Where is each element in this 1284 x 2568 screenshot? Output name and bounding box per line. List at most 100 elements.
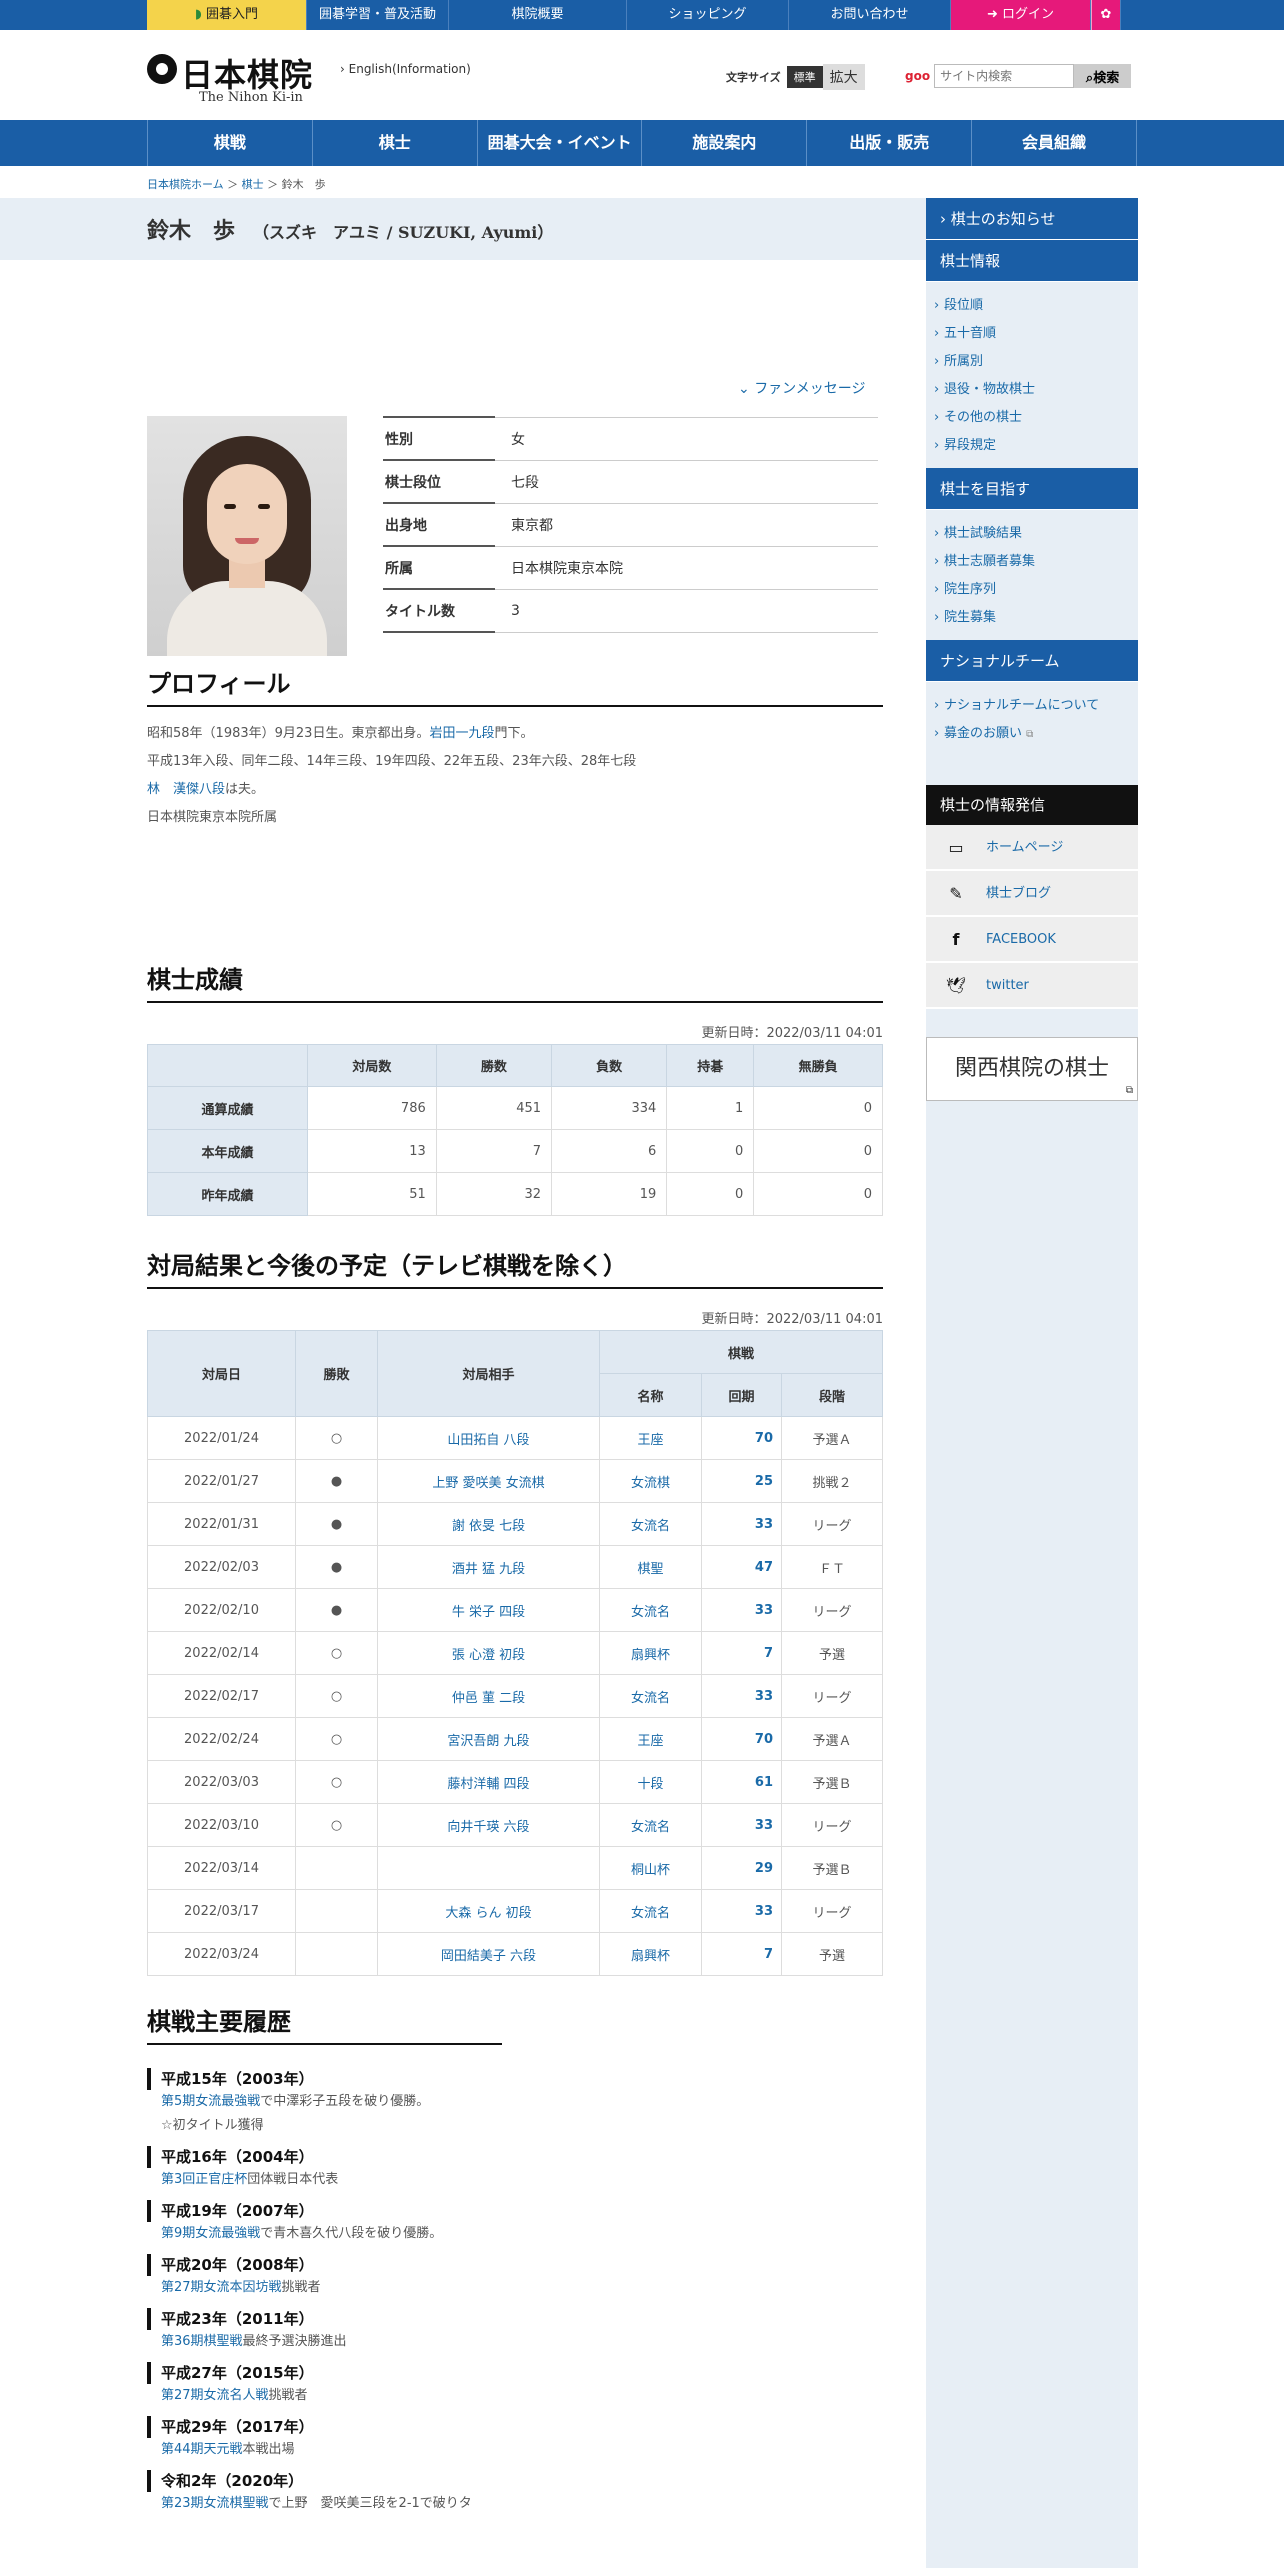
game-kisen-link[interactable]: 王座 xyxy=(637,1734,663,1749)
nav-facilities[interactable]: 施設案内 xyxy=(642,120,808,166)
history-line: ☆初タイトル獲得 xyxy=(147,2114,887,2138)
game-opponent-cell: 仲邑 菫 二段 xyxy=(377,1674,600,1718)
game-row: 2022/01/31 ● 謝 依旻 七段 女流名 33 リーグ xyxy=(147,1502,883,1546)
game-opponent-link[interactable]: 牛 栄子 四段 xyxy=(452,1605,525,1620)
game-kisen-link[interactable]: 王座 xyxy=(637,1433,663,1448)
games-heading: 対局結果と今後の予定（テレビ棋戦を除く） xyxy=(147,1246,883,1289)
game-kisen-link[interactable]: 女流名 xyxy=(631,1691,670,1706)
game-opponent-link[interactable]: 宮沢吾朗 九段 xyxy=(447,1734,529,1749)
english-link[interactable]: › English(Information) xyxy=(340,62,471,76)
sidebar-item-insei-rank[interactable]: 院生序列 xyxy=(926,576,1138,604)
game-kisen-cell: 女流棋 xyxy=(599,1459,702,1503)
sakura-icon[interactable]: ✿ xyxy=(1091,0,1121,30)
history-kisen-link[interactable]: 第3回正官庄杯 xyxy=(161,2172,247,2187)
game-kisen-link[interactable]: 女流名 xyxy=(631,1605,670,1620)
font-size-standard-button[interactable]: 標準 xyxy=(786,66,823,88)
game-kisen-link[interactable]: 女流名 xyxy=(631,1820,670,1835)
sidebar-aim-heading: 棋士を目指す xyxy=(926,468,1138,510)
topbar-shopping-link[interactable]: ショッピング xyxy=(627,0,789,30)
history-kisen-link[interactable]: 第36期棋聖戦 xyxy=(161,2334,243,2349)
nav-kishi[interactable]: 棋士 xyxy=(313,120,478,166)
sidebar-item-other[interactable]: その他の棋士 xyxy=(926,404,1138,432)
profile-line: 日本棋院東京本院所属 xyxy=(147,810,278,825)
sidebar-item-donation[interactable]: 募金のお願い ⧉ xyxy=(926,720,1138,749)
topbar-learning-link[interactable]: 囲碁学習・普及活動 xyxy=(307,0,449,30)
sidebar-item-insei-recruit[interactable]: 院生募集 xyxy=(926,604,1138,632)
game-opponent-link[interactable]: 張 心澄 初段 xyxy=(452,1648,525,1663)
game-kisen-link[interactable]: 扇興杯 xyxy=(631,1648,670,1663)
sns-facebook-link[interactable]: f FACEBOOK xyxy=(926,917,1138,963)
game-kisen-link[interactable]: 女流名 xyxy=(631,1906,670,1921)
teacher-link[interactable]: 岩田一九段 xyxy=(429,726,494,741)
sidebar-news-link[interactable]: › 棋士のお知らせ xyxy=(926,198,1138,240)
game-result-cell xyxy=(295,1932,378,1976)
game-kisen-link[interactable]: 十段 xyxy=(637,1777,663,1792)
sidebar-national-list: ナショナルチームについて 募金のお願い ⧉ xyxy=(926,682,1138,757)
game-kisen-link[interactable]: 女流棋 xyxy=(631,1476,670,1491)
nav-publishing[interactable]: 出版・販売 xyxy=(807,120,973,166)
history-heading: 棋戦主要履歴 xyxy=(147,2002,502,2045)
login-button[interactable]: ➜ ログイン xyxy=(951,0,1091,30)
sns-twitter-link[interactable]: 🕊 twitter xyxy=(926,963,1138,1009)
search-input[interactable] xyxy=(934,64,1075,88)
search-button[interactable]: ⌕検索 xyxy=(1074,64,1132,88)
game-kisen-cell: 女流名 xyxy=(599,1674,702,1718)
games-table: 対局日 勝敗 対局相手 棋戦 名称 回期 段階 2022/01/24 ○ 山田拓自 … xyxy=(147,1330,883,1976)
sidebar-item-retired[interactable]: 退役・物故棋士 xyxy=(926,376,1138,404)
stats-cell: 0 xyxy=(753,1129,883,1173)
topbar-about-link[interactable]: 棋院概要 xyxy=(449,0,627,30)
topbar-contact-link[interactable]: お問い合わせ xyxy=(789,0,951,30)
sidebar-item-kana-order[interactable]: 五十音順 xyxy=(926,320,1138,348)
game-kai-cell: 33 xyxy=(701,1889,782,1933)
nav-events[interactable]: 囲碁大会・イベント xyxy=(478,120,643,166)
game-result-cell: ○ xyxy=(295,1416,378,1460)
game-result-cell xyxy=(295,1846,378,1890)
sidebar-item-applicants[interactable]: 棋士志願者募集 xyxy=(926,548,1138,576)
nav-kisen[interactable]: 棋戦 xyxy=(148,120,313,166)
game-opponent-link[interactable]: 岡田結美子 六段 xyxy=(441,1949,536,1964)
sns-homepage-link[interactable]: ▭ ホームページ xyxy=(926,825,1138,871)
stats-row-label: 通算成績 xyxy=(147,1086,308,1130)
history-kisen-link[interactable]: 第9期女流最強戦 xyxy=(161,2226,260,2241)
sidebar-item-exam-results[interactable]: 棋士試験結果 xyxy=(926,520,1138,548)
game-kisen-link[interactable]: 女流名 xyxy=(631,1519,670,1534)
kansai-kiin-banner[interactable]: 関西棋院の棋士 ⧉ xyxy=(926,1037,1138,1101)
game-row: 2022/02/17 ○ 仲邑 菫 二段 女流名 33 リーグ xyxy=(147,1674,883,1718)
history-kisen-link[interactable]: 第44期天元戦 xyxy=(161,2442,243,2457)
game-opponent-link[interactable]: 大森 らん 初段 xyxy=(445,1906,531,1921)
history-year: 平成19年（2007年） xyxy=(147,2200,887,2222)
sidebar-item-dan-order[interactable]: 段位順 xyxy=(926,292,1138,320)
topbar-beginner-link[interactable]: ◗ 囲碁入門 xyxy=(147,0,307,30)
info-label: 性別 xyxy=(383,416,495,460)
sidebar-item-affiliation[interactable]: 所属別 xyxy=(926,348,1138,376)
history-kisen-link[interactable]: 第23期女流棋聖戦 xyxy=(161,2496,269,2511)
font-size-large-button[interactable]: 拡大 xyxy=(822,64,865,90)
game-stage-cell: 予選Ａ xyxy=(781,1416,883,1460)
history-line: 第3回正官庄杯団体戦日本代表 xyxy=(147,2168,887,2192)
game-kai-cell: 33 xyxy=(701,1502,782,1546)
fan-message-link[interactable]: ⌄ ファンメッセージ xyxy=(738,378,866,398)
game-opponent-link[interactable]: 仲邑 菫 二段 xyxy=(452,1691,525,1706)
sidebar-item-promotion[interactable]: 昇段規定 xyxy=(926,432,1138,460)
game-kisen-link[interactable]: 棋聖 xyxy=(637,1562,663,1577)
game-opponent-link[interactable]: 藤村洋輔 四段 xyxy=(447,1777,529,1792)
history-kisen-link[interactable]: 第27期女流本因坊戦 xyxy=(161,2280,282,2295)
breadcrumb-kishi[interactable]: 棋士 xyxy=(242,178,264,191)
breadcrumb-home[interactable]: 日本棋院ホーム xyxy=(147,178,224,191)
game-opponent-link[interactable]: 上野 愛咲美 女流棋 xyxy=(432,1476,544,1491)
husband-link[interactable]: 林 漢傑八段 xyxy=(147,782,225,797)
history-kisen-link[interactable]: 第5期女流最強戦 xyxy=(161,2094,260,2109)
game-opponent-link[interactable]: 向井千瑛 六段 xyxy=(447,1820,529,1835)
info-row: 所属 日本棋院東京本院 xyxy=(383,545,878,589)
game-kisen-link[interactable]: 桐山杯 xyxy=(631,1863,670,1878)
games-header-row: 対局日 勝敗 対局相手 棋戦 xyxy=(147,1330,883,1417)
game-opponent-link[interactable]: 山田拓自 八段 xyxy=(447,1433,529,1448)
sns-blog-link[interactable]: ✎ 棋士ブログ xyxy=(926,871,1138,917)
top-utility-bar: ◗ 囲碁入門 囲碁学習・普及活動 棋院概要 ショッピング お問い合わせ ➜ ログ… xyxy=(0,0,1284,30)
history-kisen-link[interactable]: 第27期女流名人戦 xyxy=(161,2388,269,2403)
nav-membership[interactable]: 会員組織 xyxy=(972,120,1137,166)
game-opponent-link[interactable]: 酒井 猛 九段 xyxy=(452,1562,525,1577)
sidebar-item-national-team[interactable]: ナショナルチームについて xyxy=(926,692,1138,720)
game-opponent-link[interactable]: 謝 依旻 七段 xyxy=(452,1519,525,1534)
game-kisen-link[interactable]: 扇興杯 xyxy=(631,1949,670,1964)
